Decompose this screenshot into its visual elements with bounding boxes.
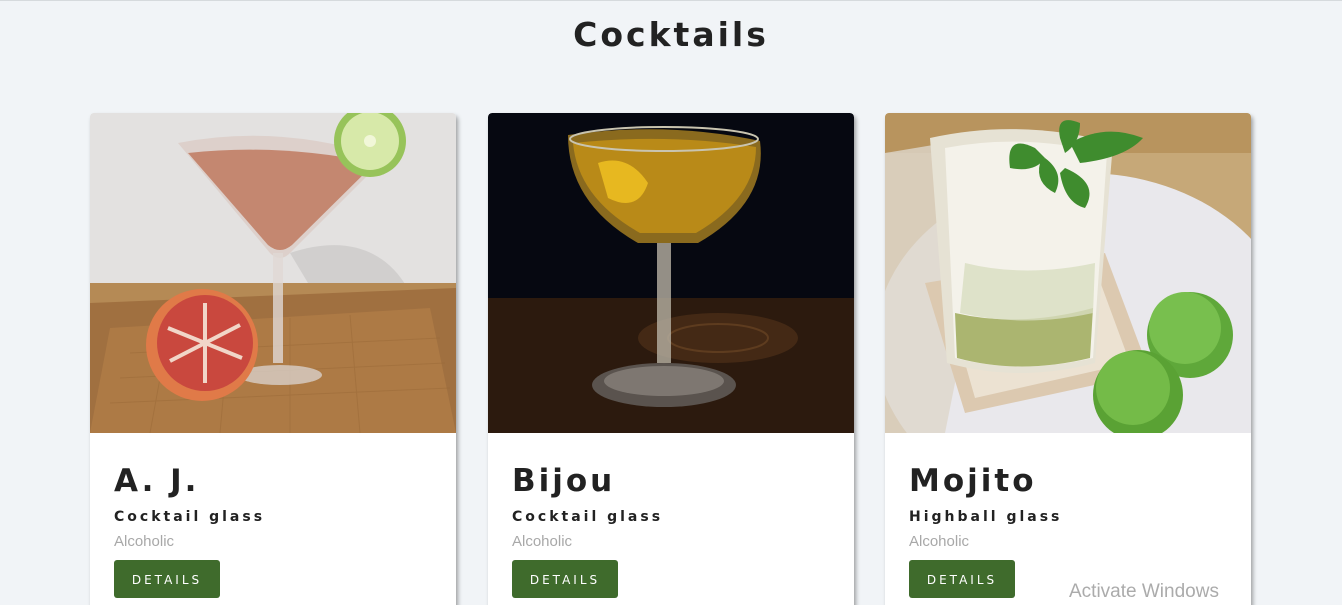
- glass-type: Cocktail glass: [512, 509, 664, 525]
- cocktails-page: Cocktails A. J. Cocktail glass Alcoholic…: [0, 0, 1342, 605]
- cocktail-card: Mojito Highball glass Alcoholic DETAILS: [885, 113, 1251, 605]
- alcoholic-status: Alcoholic: [114, 533, 175, 550]
- cocktail-name: Mojito: [909, 463, 1037, 499]
- cocktail-image: [885, 113, 1251, 433]
- cocktail-name: A. J.: [114, 463, 200, 499]
- glass-type: Highball glass: [909, 509, 1063, 525]
- activate-windows-watermark: Activate Windows: [1069, 581, 1219, 602]
- page-title: Cocktails: [573, 15, 769, 54]
- cocktail-card-list: A. J. Cocktail glass Alcoholic DETAILS B…: [90, 113, 1252, 605]
- cocktail-image: [90, 113, 456, 433]
- details-button[interactable]: DETAILS: [114, 560, 220, 598]
- cocktail-card: Bijou Cocktail glass Alcoholic DETAILS: [488, 113, 854, 605]
- cocktail-image: [488, 113, 854, 433]
- details-button[interactable]: DETAILS: [909, 560, 1015, 598]
- cocktail-card: A. J. Cocktail glass Alcoholic DETAILS: [90, 113, 456, 605]
- alcoholic-status: Alcoholic: [909, 533, 970, 550]
- glass-type: Cocktail glass: [114, 509, 266, 525]
- details-button[interactable]: DETAILS: [512, 560, 618, 598]
- alcoholic-status: Alcoholic: [512, 533, 573, 550]
- cocktail-name: Bijou: [512, 463, 616, 499]
